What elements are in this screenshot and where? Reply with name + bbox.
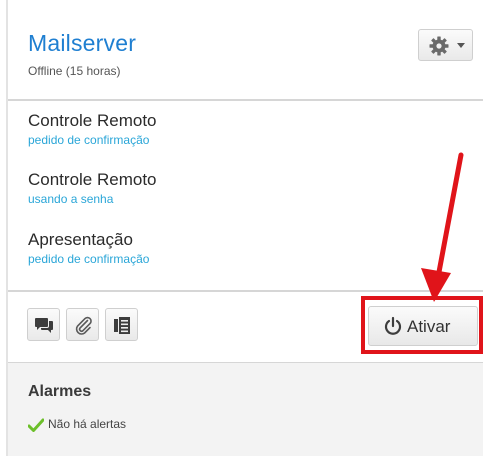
activate-label: Ativar	[407, 317, 451, 336]
chat-button[interactable]	[27, 308, 60, 341]
alarm-status-text: Não há alertas	[48, 417, 127, 431]
device-panel: Mailserver Offline (15 horas) Controle R…	[0, 0, 483, 456]
device-header: Mailserver Offline (15 horas)	[0, 0, 483, 99]
device-status: Offline (15 horas)	[28, 64, 121, 78]
file-transfer-button[interactable]	[105, 308, 138, 341]
alarms-section	[8, 363, 483, 456]
settings-menu-button[interactable]	[418, 29, 473, 61]
function-name: Controle Remoto	[28, 111, 157, 130]
toolbar-divider	[8, 290, 483, 292]
function-name: Apresentação	[28, 230, 133, 249]
file-list-icon	[114, 317, 130, 334]
function-item[interactable]: Controle Remoto pedido de confirmação	[28, 111, 157, 147]
checkmark-icon	[28, 418, 44, 432]
header-divider	[8, 99, 483, 101]
chevron-down-icon	[457, 43, 465, 48]
function-status-link[interactable]: usando a senha	[28, 192, 157, 206]
paperclip-icon	[75, 316, 92, 335]
function-item[interactable]: Controle Remoto usando a senha	[28, 170, 157, 206]
attach-file-button[interactable]	[66, 308, 99, 341]
alarms-title: Alarmes	[28, 383, 92, 400]
function-status-link[interactable]: pedido de confirmação	[28, 133, 157, 147]
gear-icon	[429, 36, 449, 56]
activate-button[interactable]: Ativar	[368, 306, 478, 346]
device-title[interactable]: Mailserver	[28, 30, 136, 57]
chat-icon	[35, 318, 53, 333]
power-icon	[384, 316, 402, 335]
function-item[interactable]: Apresentação pedido de confirmação	[28, 230, 149, 266]
function-name: Controle Remoto	[28, 170, 157, 189]
function-status-link[interactable]: pedido de confirmação	[28, 252, 149, 266]
